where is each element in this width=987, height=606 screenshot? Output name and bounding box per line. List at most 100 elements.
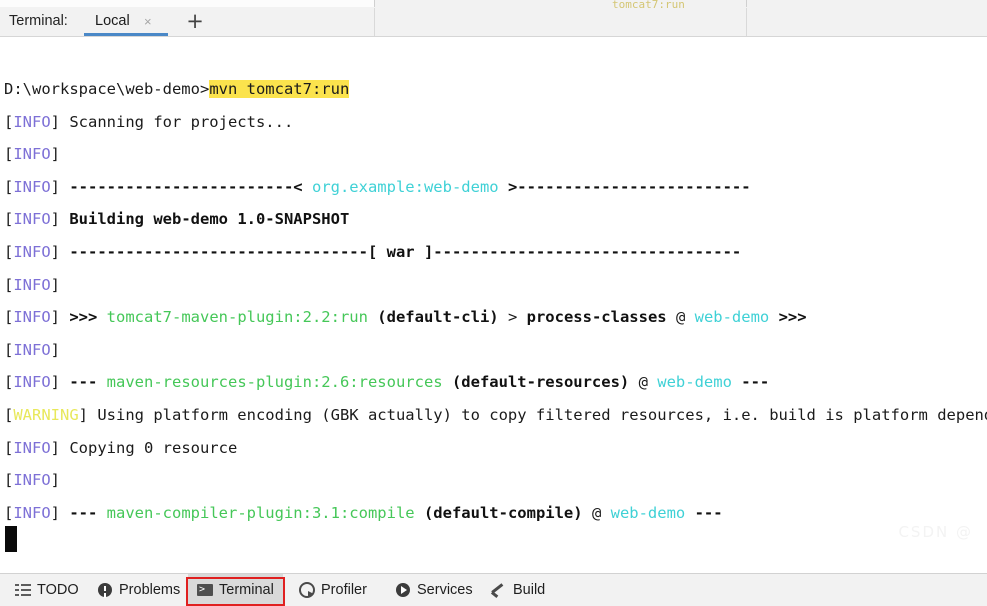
console-text-info: INFO [13,438,51,457]
console-text-bold: (default-cli) [367,308,499,327]
status-item-problems[interactable]: Problems [88,574,189,606]
status-item-build[interactable]: Build [482,574,554,606]
console-text-default: @ [582,503,611,522]
console-text-green: maven-compiler-plugin:3.1:compile [106,503,415,522]
console-text-default: ] [50,145,70,164]
watermark-text: CSDN @ [898,523,973,541]
console-text-default: D:\workspace\web-demo> [4,80,210,98]
console-text-default: [ [4,471,14,490]
console-text-bold: >>> [769,308,807,327]
console-text-bold: (default-resources) [442,373,630,392]
status-item-profiler-label: Profiler [321,582,367,598]
sliver-divider-1 [374,0,375,7]
console-text-bold: --- [69,503,107,522]
warning-circle-icon [97,582,113,598]
console-text-info: INFO [13,145,51,164]
console-text-default: [ [4,373,14,392]
active-tab-indicator [84,33,168,36]
console-text-default: ] [50,177,70,196]
line-blank-1: [INFO] [4,138,987,171]
console-text-bold: --- [731,373,770,392]
status-item-build-label: Build [513,582,546,598]
status-item-terminal[interactable]: Terminal [188,574,283,606]
status-item-terminal-label: Terminal [219,582,274,598]
console-text-default: [ [4,503,14,522]
console-text-green: tomcat7-maven-plugin:2.2:run [106,308,368,327]
console-text-bold: --------------------------------[ war ]-… [69,242,742,261]
console-text-cyan: org.example:web-demo [311,177,499,196]
terminal-cursor [5,526,17,552]
line-sep-project: [INFO] ------------------------< org.exa… [4,171,987,204]
console-text-info: INFO [13,275,51,294]
header-divider-1 [374,8,375,36]
terminal-tab-local[interactable]: Local × [84,8,168,36]
status-item-todo[interactable]: TODO [6,574,88,606]
hammer-icon [491,582,507,598]
console-text-default: ] Using platform encoding (GBK actually)… [78,405,987,424]
console-text-default: ] [50,340,70,359]
line-resources-plugin: [INFO] --- maven-resources-plugin:2.6:re… [4,366,987,399]
console-text-default: [ [4,405,14,424]
close-icon[interactable]: × [144,14,152,29]
terminal-tab-local-label: Local [95,13,130,29]
plus-icon[interactable]: + [184,11,206,33]
console-text-warn: WARNING [13,405,79,424]
console-text-cyan: web-demo [694,308,770,327]
line-blank-3: [INFO] [4,334,987,367]
console-text-bold: --- [685,503,723,522]
line-blank-4: [INFO] [4,464,987,497]
console-text-default: [ [4,308,14,327]
console-text-default: [ [4,210,14,229]
console-text-bold: --- [69,373,107,392]
console-text-default: @ [629,373,658,392]
sliver-divider-2 [746,0,747,7]
console-text-default: [ [4,242,14,261]
console-line-list: D:\workspace\web-demo>mvn tomcat7:run [IN… [4,73,987,529]
console-text-bold: >------------------------- [498,177,751,196]
line-prompt: D:\workspace\web-demo>mvn tomcat7:run [4,73,987,106]
console-text-default: [ [4,275,14,294]
list-icon [15,582,31,598]
console-text-green: maven-resources-plugin:2.6:resources [106,373,443,392]
console-text-default: [ [4,177,14,196]
profiler-icon [299,582,315,598]
console-text-default: ] Scanning for projects... [50,112,294,131]
status-item-profiler[interactable]: Profiler [290,574,376,606]
line-building: [INFO] Building web-demo 1.0-SNAPSHOT [4,203,987,236]
status-item-services-label: Services [417,582,473,598]
console-text-default: ] [50,373,70,392]
console-text-hl: mvn tomcat7:run [209,80,350,98]
console-text-default: ] Copying 0 resource [50,438,238,457]
console-text-default: @ [666,308,695,327]
sliver-segment-left [0,0,374,7]
terminal-label: Terminal: [9,13,68,29]
play-circle-icon [395,582,411,598]
console-text-cyan: web-demo [610,503,686,522]
header-divider-2 [746,8,747,36]
console-text-bold: process-classes [526,308,667,327]
console-text-info: INFO [13,340,51,359]
terminal-output-pane[interactable]: D:\workspace\web-demo>mvn tomcat7:run [IN… [0,37,987,574]
console-text-bold: ------------------------< [69,177,312,196]
console-text-info: INFO [13,210,51,229]
console-text-info: INFO [13,503,51,522]
status-item-services[interactable]: Services [386,574,482,606]
console-text-bold: >>> [69,308,107,327]
console-text-cyan: web-demo [657,373,732,392]
console-text-default: ] [50,503,70,522]
console-text-default: [ [4,112,14,131]
console-text-default: [ [4,145,14,164]
line-copying: [INFO] Copying 0 resource [4,432,987,465]
terminal-icon [197,582,213,598]
console-text-default: ] [50,308,70,327]
line-warning-encoding: [WARNING] Using platform encoding (GBK a… [4,399,987,432]
status-item-problems-label: Problems [119,582,181,598]
line-blank-2: [INFO] [4,269,987,302]
console-text-default: ] [50,275,70,294]
line-sep-war: [INFO] --------------------------------[… [4,236,987,269]
console-text-info: INFO [13,308,51,327]
line-compiler-plugin: [INFO] --- maven-compiler-plugin:3.1:com… [4,497,987,530]
console-text-bold: Building web-demo 1.0-SNAPSHOT [69,210,350,229]
bottom-tool-window-bar: TODO Problems Terminal Profiler Services Buil… [0,573,987,606]
console-text-info: INFO [13,177,51,196]
